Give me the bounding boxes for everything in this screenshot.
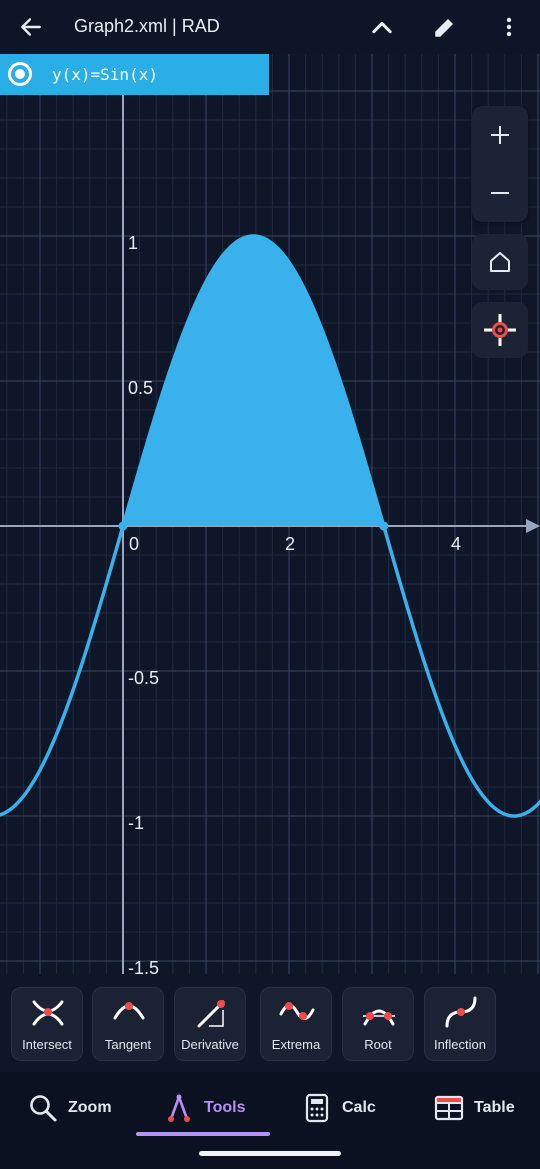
tangent-icon (113, 1002, 145, 1020)
x-tick-label: 0 (129, 534, 139, 554)
pencil-icon (435, 19, 453, 37)
collapse-button[interactable] (363, 8, 401, 46)
nav-label: Calc (342, 1099, 376, 1116)
bound-point[interactable] (379, 521, 389, 531)
table-icon (434, 1095, 464, 1121)
function-visibility-radio[interactable] (8, 62, 32, 86)
tools-icon (168, 1094, 190, 1122)
y-tick-label: 1 (128, 233, 138, 253)
home-icon (490, 252, 510, 272)
inflection-icon (445, 996, 477, 1028)
nav-table[interactable]: Table (434, 1088, 515, 1128)
tool-label: Extrema (271, 1037, 321, 1052)
bottom-navigation: Zoom Tools Calc Table (0, 1072, 540, 1169)
document-title: Graph2.xml | RAD (74, 16, 220, 36)
tools-strip: Intersect Tangent Derivative Extrema Roo… (0, 975, 540, 1071)
calculator-icon (305, 1093, 329, 1123)
intersect-tool[interactable]: Intersect (11, 987, 83, 1061)
arrow-left-icon (21, 18, 41, 36)
nav-label: Tools (204, 1099, 246, 1116)
crosshair-icon (484, 314, 516, 346)
inflection-tool[interactable]: Inflection (424, 987, 496, 1061)
function-label: y(x)=Sin(x) (52, 65, 158, 84)
x-tick-label: 4 (451, 534, 461, 554)
extrema-tool[interactable]: Extrema (260, 987, 332, 1061)
top-app-bar: Graph2.xml | RAD (0, 0, 540, 54)
y-tick-label: -1 (128, 813, 144, 833)
extrema-icon (279, 1002, 315, 1020)
root-icon (363, 1009, 395, 1026)
tangent-tool[interactable]: Tangent (92, 987, 164, 1061)
y-tick-label: -1.5 (128, 958, 159, 974)
back-button[interactable] (12, 8, 50, 46)
nav-label: Table (474, 1099, 515, 1116)
derivative-tool[interactable]: Derivative (174, 987, 246, 1061)
system-home-indicator (199, 1151, 341, 1156)
tool-label: Inflection (433, 1037, 487, 1052)
tool-label: Intersect (22, 1037, 72, 1052)
nav-label: Zoom (68, 1099, 112, 1116)
y-tick-label: -0.5 (128, 668, 159, 688)
zoom-panel (472, 106, 528, 222)
zoom-out-button[interactable] (472, 164, 528, 222)
trace-button[interactable] (472, 302, 528, 358)
zoom-in-button[interactable] (472, 106, 528, 164)
home-view-button[interactable] (472, 234, 528, 290)
edit-button[interactable] (426, 8, 464, 46)
nav-zoom[interactable]: Zoom (28, 1088, 112, 1128)
minus-icon (491, 192, 509, 194)
plus-icon (491, 126, 509, 144)
root-tool[interactable]: Root (342, 987, 414, 1061)
tool-label: Root (364, 1037, 392, 1052)
graph-canvas[interactable]: 02410.5-0.5-1-1.5-2 (0, 54, 540, 974)
more-options-button[interactable] (490, 8, 528, 46)
active-tab-indicator (136, 1132, 270, 1136)
intersect-icon (32, 1000, 64, 1026)
tool-label: Derivative (181, 1037, 239, 1052)
derivative-icon (197, 1000, 225, 1028)
nav-tools[interactable]: Tools (164, 1088, 245, 1128)
more-vert-icon (506, 17, 512, 37)
tool-label: Tangent (104, 1037, 152, 1052)
chevron-up-icon (372, 21, 392, 34)
y-tick-label: 0.5 (128, 378, 153, 398)
search-icon (30, 1095, 57, 1122)
function-bar[interactable]: y(x)=Sin(x) (0, 54, 269, 95)
x-tick-label: 2 (285, 534, 295, 554)
nav-calc[interactable]: Calc (302, 1088, 376, 1128)
bound-point[interactable] (118, 521, 128, 531)
